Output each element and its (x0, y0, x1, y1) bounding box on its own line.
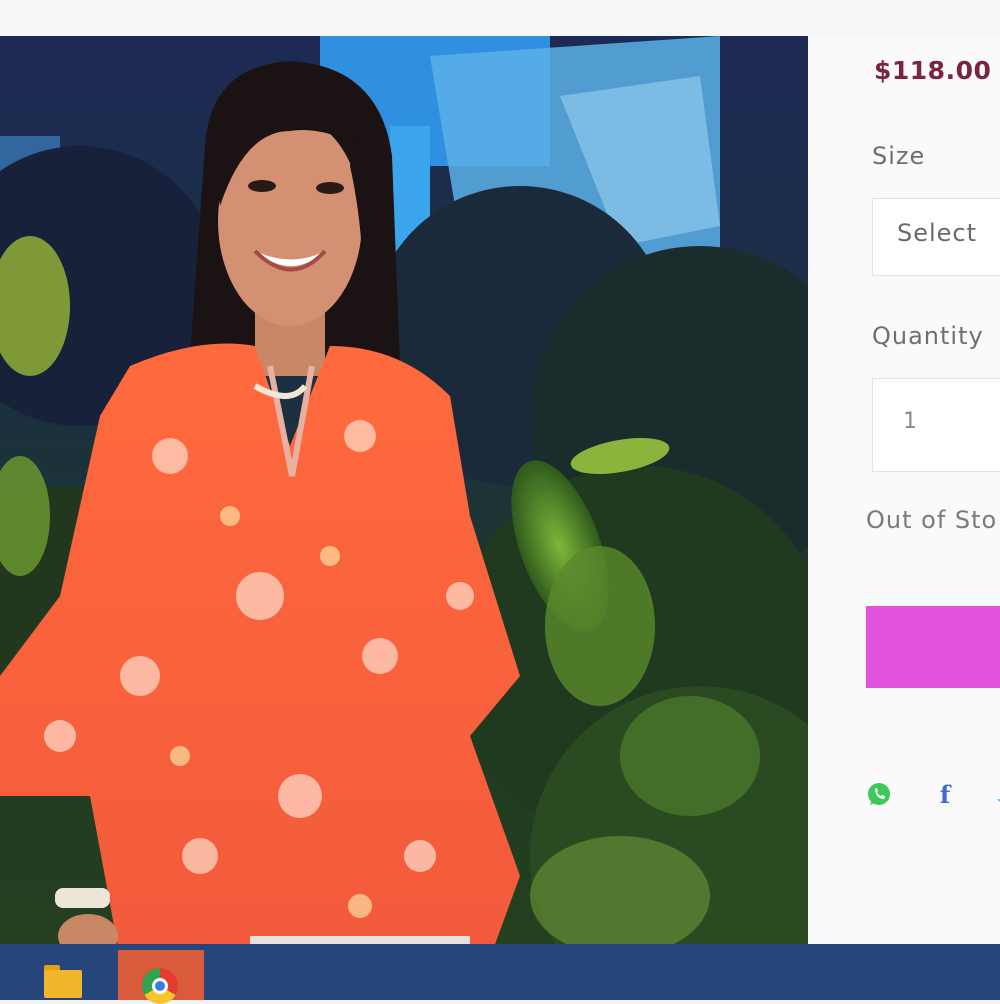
product-panel: $118.00 Size Select Quantity 1 Out of St… (808, 36, 1000, 958)
product-photo[interactable] (0, 36, 808, 958)
size-label: Size (872, 142, 926, 170)
twitter-icon[interactable] (994, 781, 1000, 807)
facebook-icon[interactable]: f (932, 780, 958, 809)
product-price: $118.00 (874, 56, 992, 85)
stock-status: Out of Sto (866, 506, 998, 534)
taskbar (0, 944, 1000, 1004)
quantity-input[interactable]: 1 (872, 378, 1000, 472)
chrome-icon[interactable] (118, 950, 204, 1004)
file-explorer-icon[interactable] (20, 950, 106, 1000)
add-to-cart-button[interactable] (866, 606, 1000, 688)
size-select-value: Select (897, 219, 978, 247)
quantity-value: 1 (903, 409, 917, 434)
quantity-label: Quantity (872, 322, 984, 350)
whatsapp-icon[interactable] (866, 781, 892, 807)
product-photo-illustration (0, 36, 808, 958)
browser-top-strip (0, 0, 1000, 36)
size-select[interactable]: Select (872, 198, 1000, 276)
